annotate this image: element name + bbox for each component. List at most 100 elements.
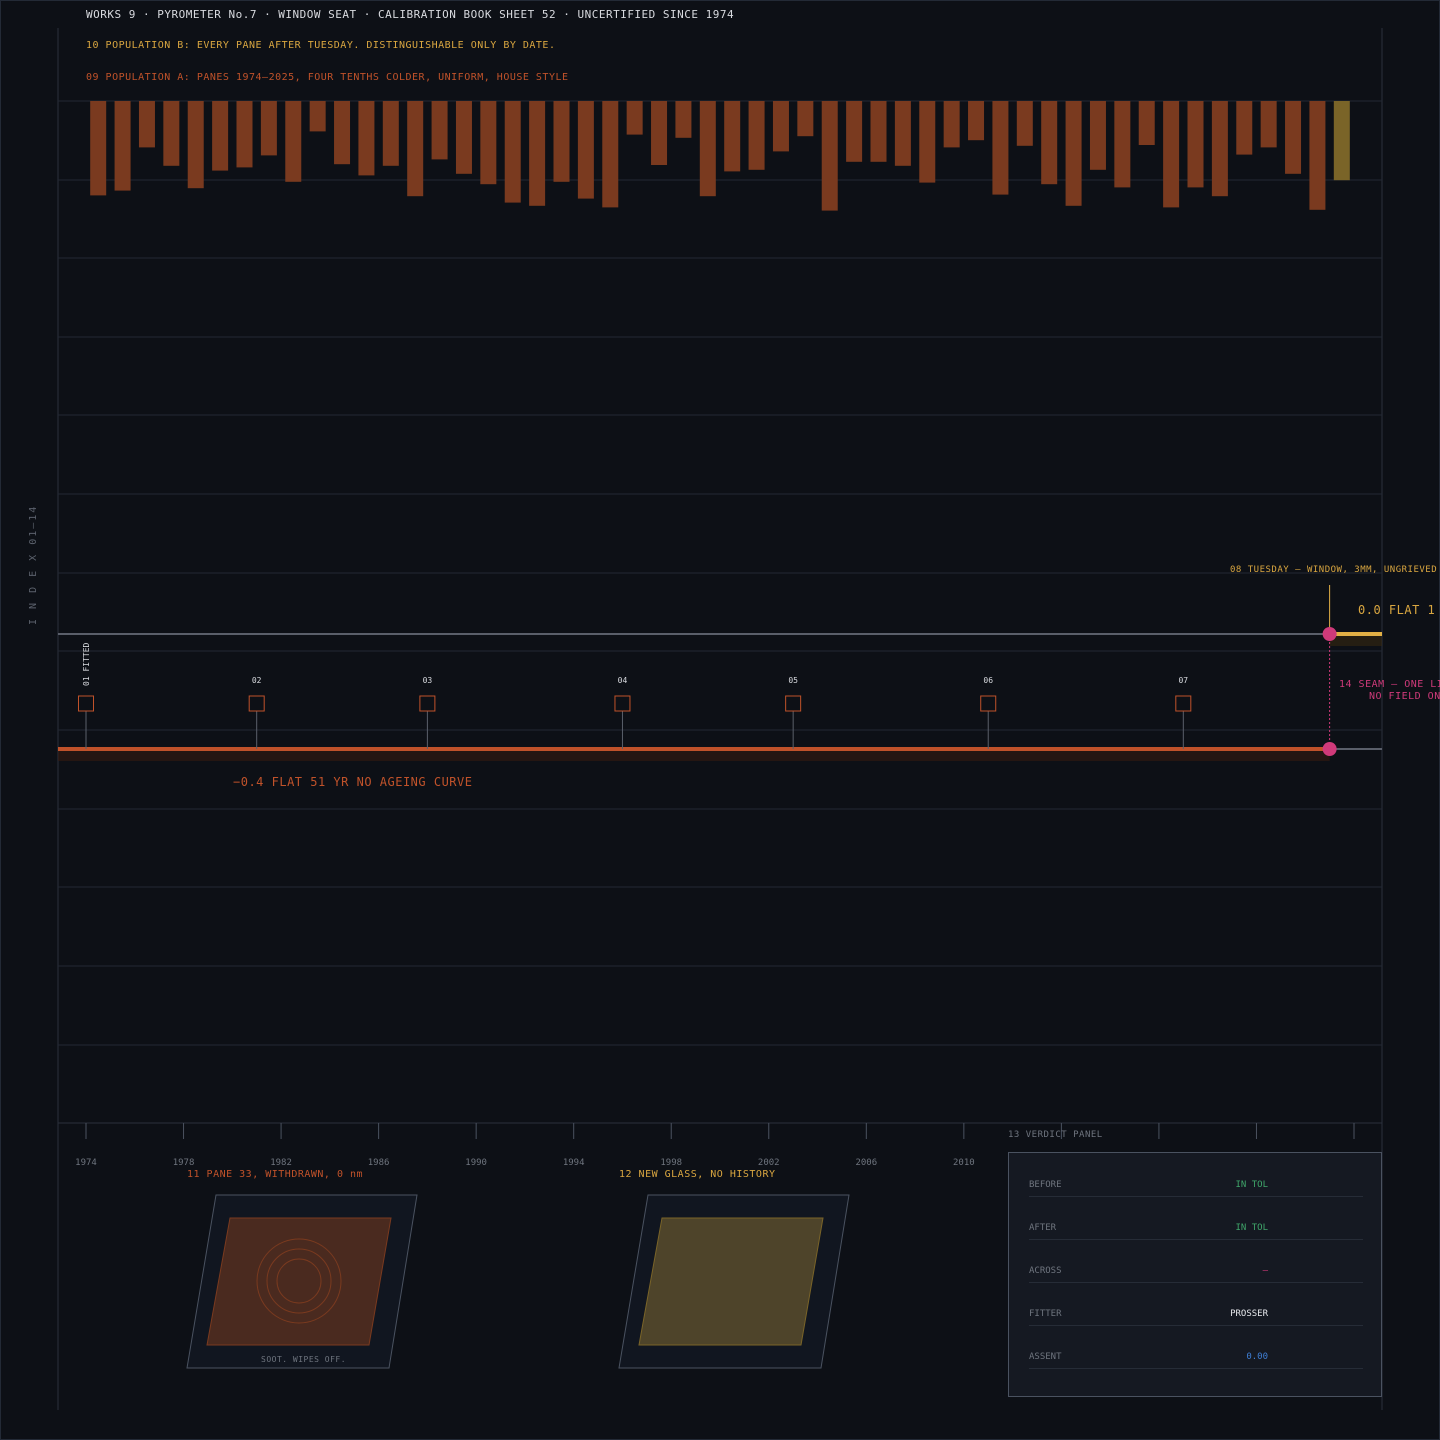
bar-population-a (1260, 101, 1277, 148)
bar-population-a (724, 101, 741, 172)
verdict-title: 13 VERDICT PANEL (1008, 1130, 1103, 1140)
x-tick-label: 1994 (563, 1158, 585, 1168)
bar-population-a (138, 101, 155, 148)
fitting-label: 02 (252, 676, 262, 685)
bar-population-a (1041, 101, 1058, 185)
fitting-marker (785, 695, 802, 712)
bar-population-a (626, 101, 643, 135)
seam-label-1: 14 SEAM — ONE LI (1339, 679, 1440, 690)
bar-population-a (1285, 101, 1302, 174)
bar-population-a (748, 101, 765, 170)
sheet-title: WORKS 9 · PYROMETER No.7 · WINDOW SEAT ·… (86, 8, 735, 21)
bar-population-a (772, 101, 789, 152)
x-tick-label: 1978 (173, 1158, 195, 1168)
bar-population-a (797, 101, 814, 137)
bar-population-a (821, 101, 838, 211)
flat-a-label: −0.4 FLAT 51 YR NO AGEING CURVE (233, 775, 473, 789)
bar-population-a (870, 101, 887, 162)
bar-population-a (1114, 101, 1131, 188)
bar-population-a (553, 101, 570, 182)
fitting-label: 04 (618, 676, 628, 685)
verdict-key: AFTER (1029, 1223, 1057, 1233)
bar-population-a (260, 101, 277, 156)
x-tick-label: 1986 (368, 1158, 390, 1168)
bar-population-a (894, 101, 911, 166)
x-tick-label: 1982 (270, 1158, 292, 1168)
bar-population-a (1163, 101, 1180, 208)
verdict-row-before: BEFORE IN TOL (1029, 1153, 1363, 1197)
x-tick-label: 1990 (465, 1158, 487, 1168)
bar-population-a (1211, 101, 1228, 197)
bar-population-a (675, 101, 692, 138)
bar-population-a (1016, 101, 1033, 146)
fitting-marker (614, 695, 631, 712)
bar-population-a (212, 101, 229, 171)
bar-population-a (90, 101, 107, 196)
verdict-key: ACROSS (1029, 1266, 1062, 1276)
legend-population-b: 10 POPULATION B: EVERY PANE AFTER TUESDA… (86, 40, 556, 51)
specimen-11-caption: SOOT. WIPES OFF. (261, 1355, 347, 1364)
bar-population-a (1236, 101, 1253, 155)
x-tick-label: 2006 (855, 1158, 877, 1168)
verdict-value: PROSSER (1230, 1309, 1268, 1319)
x-tick-label: 1974 (75, 1158, 97, 1168)
bar-population-a (236, 101, 253, 168)
x-tick-label: 1998 (660, 1158, 682, 1168)
bar-population-a (334, 101, 351, 165)
bar-population-a (187, 101, 204, 189)
bar-population-a (1187, 101, 1204, 188)
x-tick-label: 2002 (758, 1158, 780, 1168)
x-tick-label: 2010 (953, 1158, 975, 1168)
bar-population-a (602, 101, 619, 208)
bar-population-a (163, 101, 180, 166)
bar-population-a (114, 101, 131, 191)
side-index: I N D E X 01–14 (28, 504, 39, 625)
specimen-12-label: 12 NEW GLASS, NO HISTORY (619, 1169, 776, 1180)
verdict-value: — (1262, 1266, 1268, 1276)
fitting-label: 03 (423, 676, 433, 685)
fitting-label: 07 (1178, 676, 1188, 685)
fitting-marker (248, 695, 265, 712)
fitting-label: 01 FITTED (82, 642, 91, 686)
flat-b-label: 0.0 FLAT 1 (1358, 603, 1436, 617)
bar-population-a (309, 101, 326, 132)
bar-population-a (846, 101, 863, 162)
seam-label-2: NO FIELD ON (1369, 691, 1440, 702)
bar-population-a (992, 101, 1009, 195)
fitting-marker (1175, 695, 1192, 712)
specimen-12-pane (638, 1217, 824, 1346)
bar-population-a (943, 101, 960, 148)
fitting-label: 05 (788, 676, 798, 685)
fitting-marker (980, 695, 997, 712)
fitting-marker (419, 695, 436, 712)
bar-population-a (455, 101, 472, 174)
fitting-marker (78, 695, 94, 712)
specimen-11-label: 11 PANE 33, WITHDRAWN, 0 nm (187, 1169, 364, 1180)
bar-population-a (699, 101, 716, 197)
verdict-value: IN TOL (1235, 1180, 1268, 1190)
bar-population-a (1065, 101, 1082, 206)
bar-population-a (651, 101, 668, 165)
bar-population-a (285, 101, 302, 182)
verdict-row-across: ACROSS — (1029, 1239, 1363, 1283)
bar-population-a (1309, 101, 1326, 210)
fitting-label: 06 (983, 676, 993, 685)
verdict-key: FITTER (1029, 1309, 1062, 1319)
bar-population-a (919, 101, 936, 183)
verdict-row-fitter: FITTER PROSSER (1029, 1282, 1363, 1326)
verdict-key: BEFORE (1029, 1180, 1062, 1190)
seam-point-b (1322, 627, 1337, 641)
verdict-row-assent: ASSENT 0.00 (1029, 1325, 1363, 1369)
verdict-key: ASSENT (1029, 1352, 1062, 1362)
bar-population-a (577, 101, 594, 199)
specimen-11-pane (206, 1217, 392, 1346)
bar-population-a (382, 101, 399, 166)
seam-point-a (1322, 742, 1337, 756)
bar-population-a (968, 101, 985, 141)
bar-population-a (431, 101, 448, 160)
verdict-panel: BEFORE IN TOL AFTER IN TOL ACROSS — FITT… (1008, 1152, 1382, 1397)
bar-population-a (1089, 101, 1106, 170)
verdict-value: 0.00 (1246, 1352, 1268, 1362)
bar-population-a (407, 101, 424, 197)
bar-population-b (1333, 101, 1350, 181)
